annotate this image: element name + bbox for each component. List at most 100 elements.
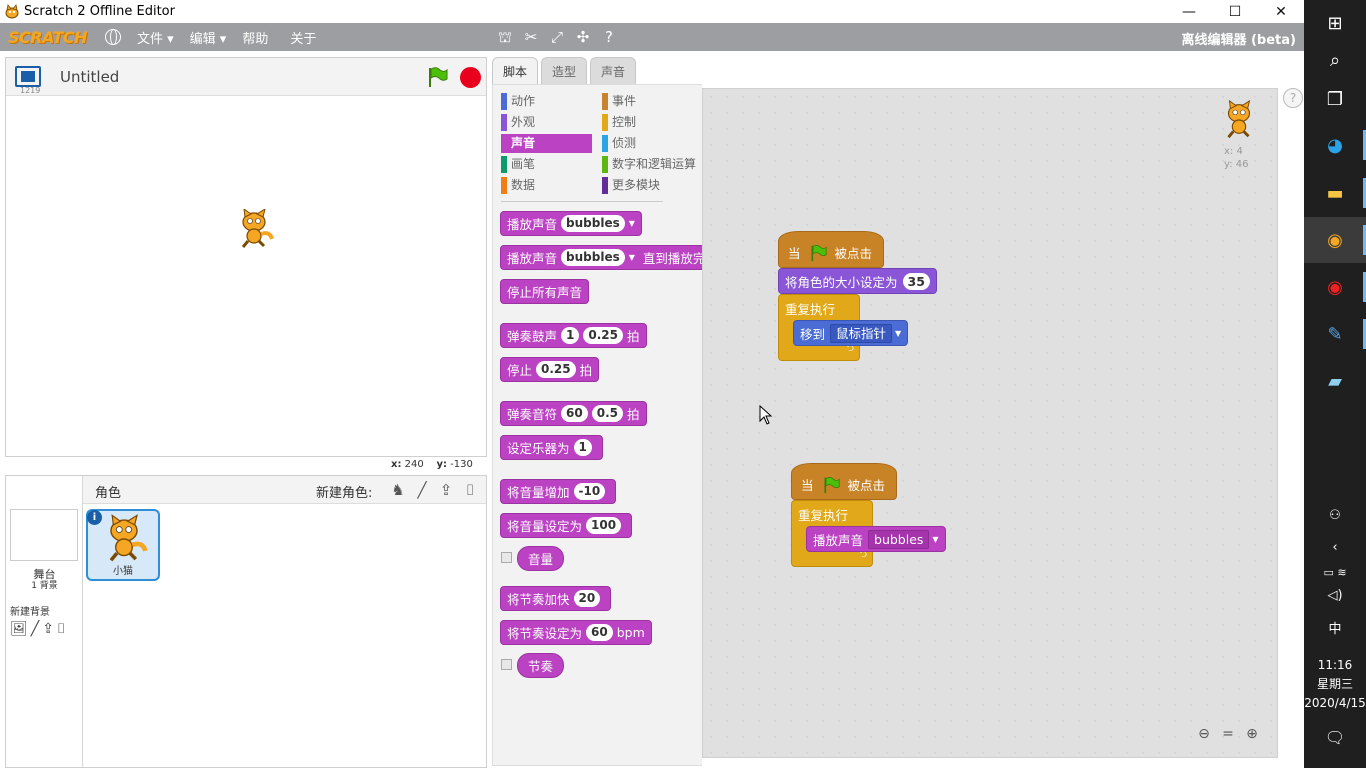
project-title[interactable]: Untitled [60,68,119,86]
block-play-sound-script[interactable]: 播放声音 bubbles ▼ [806,526,946,552]
mouse-coordinates: x: 240 y: -130 [391,459,473,470]
duplicate-stamp-icon[interactable]: ⛫ [497,28,513,48]
paint-sprite-icon[interactable]: ╱ [413,481,431,499]
category-motion[interactable]: 动作 [501,92,592,111]
block-help-icon[interactable]: ? [601,28,617,48]
cursor-tools: ⛫ ✂ ⤢ ✣ ? [497,28,617,48]
category-pen[interactable]: 画笔 [501,155,592,174]
category-events[interactable]: 事件 [602,92,693,111]
new-backdrop-label: 新建背景 [10,607,50,618]
camera-sprite-icon[interactable]: ⌷ [461,481,479,499]
zoom-out-icon[interactable]: ⊖ [1196,726,1212,742]
clock[interactable]: 11:16 星期三 2020/4/15 [1304,656,1366,713]
hat-when-flag-clicked-2[interactable]: 当 被点击 [791,463,897,500]
block-play-drum[interactable]: 弹奏鼓声 1 0.25 拍 [500,323,647,348]
clock-time: 11:16 [1317,658,1353,672]
editor-tabs: 脚本 造型 声音 [492,57,637,85]
category-sound[interactable]: 声音 [501,134,592,153]
ime-indicator[interactable]: 中 [1304,618,1366,637]
block-play-sound-until-done[interactable]: 播放声音bubbles▼ 直到播放完毕 [500,245,702,270]
edge-browser-icon[interactable]: ◕ [1304,122,1366,168]
category-looks[interactable]: 外观 [501,113,592,132]
scripts-area[interactable] [702,88,1278,758]
stage-header: 1219 Untitled [6,58,486,96]
cat-sprite-on-stage[interactable] [232,209,276,249]
sprite-library: 舞台 1 背景 新建背景 🖼 ╱ ⇪ ⌷ 角色 新建角色: ♞ ╱ ⇪ ⌷ i [5,475,487,768]
delete-scissors-icon[interactable]: ✂ [523,28,539,48]
y-value: -130 [450,459,473,470]
title-bar: Scratch 2 Offline Editor — ☐ ✕ [0,0,1304,23]
version-label: 1219 [20,86,41,95]
block-set-size[interactable]: 将角色的大小设定为 35 [778,268,937,294]
minimize-button[interactable]: — [1166,0,1212,23]
language-globe-icon[interactable] [104,29,121,45]
zoom-reset-icon[interactable]: = [1220,726,1236,742]
x-value: 240 [404,459,424,470]
block-set-volume[interactable]: 将音量设定为 100 [500,513,633,538]
stop-sign-icon[interactable] [460,67,481,88]
block-set-tempo[interactable]: 将节奏设定为 60 bpm [500,620,652,645]
sprite-name: 小猫 [113,566,133,577]
hat-when-flag-clicked-1[interactable]: 当 被点击 [778,231,884,268]
block-go-to[interactable]: 移到 鼠标指针 ▼ [793,320,909,346]
zoom-in-icon[interactable]: ⊕ [1244,726,1260,742]
close-button[interactable]: ✕ [1258,0,1304,23]
block-rest-for[interactable]: 停止 0.25 拍 [500,357,600,382]
paint-backdrop-icon[interactable]: ╱ [31,621,39,637]
current-sprite-icon [1227,99,1251,139]
y-label: y: [436,459,447,470]
category-control[interactable]: 控制 [602,113,693,132]
tab-sounds[interactable]: 声音 [590,57,637,84]
block-change-tempo[interactable]: 将节奏加快 20 [500,586,612,611]
upload-sprite-icon[interactable]: ⇪ [437,481,455,499]
green-flag-icon [823,477,840,494]
category-more-blocks[interactable]: 更多模块 [602,176,693,195]
presentation-mode-icon[interactable] [15,66,41,87]
record-app-icon[interactable]: ◉ [1304,264,1366,310]
camera-backdrop-icon[interactable]: ⌷ [57,621,65,637]
file-explorer-icon[interactable]: ▬ [1304,170,1366,216]
help-icon[interactable]: ? [1283,88,1303,108]
sprite-library-icon[interactable]: ♞ [389,481,407,499]
block-stop-all-sounds[interactable]: 停止所有声音 [500,279,590,304]
show-hidden-icons-chevron[interactable]: ‹ [1304,540,1366,555]
menu-edit[interactable]: 编辑 ▾ [190,28,227,47]
category-data[interactable]: 数据 [501,176,592,195]
stage-canvas[interactable] [6,96,486,456]
reporter-volume[interactable]: 音量 [517,546,565,571]
clock-date: 2020/4/15 [1304,696,1366,710]
grow-icon[interactable]: ⤢ [549,28,565,48]
notification-center-icon[interactable]: 🗨 [1304,728,1366,747]
people-icon[interactable]: ⚇ [1304,508,1366,523]
task-view-icon[interactable]: ❐ [1304,76,1366,122]
category-operators[interactable]: 数字和逻辑运算 [602,155,707,174]
battery-icon[interactable]: ▭ ≋ [1304,566,1366,579]
maximize-button[interactable]: ☐ [1212,0,1258,23]
green-flag-icon[interactable] [426,66,448,88]
paint-app-icon[interactable]: ✎ [1304,311,1366,357]
notes-app-icon[interactable]: ▰ [1304,358,1366,404]
shrink-icon[interactable]: ✣ [575,28,591,48]
scratch-taskbar-icon[interactable]: ◉ [1304,217,1366,263]
menu-about[interactable]: 关于 [290,28,316,47]
block-play-note[interactable]: 弹奏音符 60 0.5 拍 [500,401,647,426]
sprite-tile-cat[interactable]: i 小猫 [86,509,160,581]
tab-scripts[interactable]: 脚本 [492,57,539,85]
block-play-sound[interactable]: 播放声音 bubbles ▼ [500,211,642,236]
upload-backdrop-icon[interactable]: ⇪ [42,621,54,637]
stage-selector: 舞台 1 背景 新建背景 🖼 ╱ ⇪ ⌷ [6,476,83,767]
reporter-tempo[interactable]: 节奏 [517,653,565,678]
tempo-checkbox[interactable] [501,659,512,670]
menu-help[interactable]: 帮助 [242,28,268,47]
category-sensing[interactable]: 侦测 [602,134,693,153]
backdrop-library-icon[interactable]: 🖼 [10,621,28,637]
menu-file[interactable]: 文件 ▾ [137,28,174,47]
volume-checkbox[interactable] [501,552,512,563]
stage-thumbnail[interactable] [10,509,78,561]
tab-costumes[interactable]: 造型 [541,57,588,84]
block-set-instrument[interactable]: 设定乐器为 1 [500,435,603,460]
block-change-volume[interactable]: 将音量增加 -10 [500,479,617,504]
volume-icon[interactable]: ◁) [1304,588,1366,603]
sprite-position: x: 4 y: 46 [1224,145,1248,171]
scratch-logo[interactable]: SCRATCH [8,28,87,47]
